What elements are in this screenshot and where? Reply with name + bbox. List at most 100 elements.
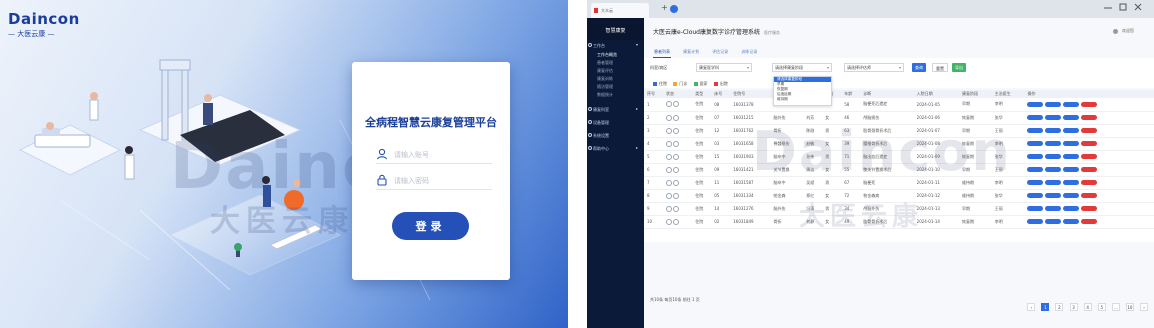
edit-button[interactable] [1045,219,1062,225]
edit-button[interactable] [1045,167,1062,173]
assess-button[interactable] [1063,219,1080,225]
assess-button[interactable] [1063,102,1080,107]
tab[interactable]: 评估记录 [711,47,729,57]
page-button[interactable]: 2 [1055,303,1064,311]
table-cell: 02 [711,215,731,229]
assess-button[interactable] [1063,141,1080,147]
table-cell: 16031587 [730,176,771,190]
assess-button[interactable] [1063,193,1080,199]
password-input[interactable] [394,173,490,188]
prev-page-icon[interactable]: ‹ [1027,303,1036,311]
status-ring-icon [672,166,679,173]
delete-button[interactable] [1081,167,1098,173]
page-button[interactable]: 3 [1069,303,1078,311]
status-ring-icon [672,218,679,225]
view-button[interactable] [1027,219,1044,225]
tab[interactable]: 训练记录 [740,47,758,57]
sidebar-section[interactable]: 设备管理 [587,117,644,127]
status-ring-icon [665,114,672,121]
table-row[interactable]: 9 住院 14 16031276 脑外伤 冯涛男 34 颅脑外伤 2024-01-13 早期 王丽 [644,202,1154,216]
search-button[interactable]: 查询 [912,63,926,72]
edit-button[interactable] [1045,141,1062,147]
view-button[interactable] [1027,128,1044,134]
sidebar-section[interactable]: 系统设置 [587,130,644,140]
status-cell [662,111,693,125]
therapist-select[interactable]: 请选择评估师 ▾ [844,63,904,72]
new-tab-icon[interactable]: + [661,3,668,12]
assess-button[interactable] [1063,115,1080,121]
delete-button[interactable] [1081,115,1098,121]
sidebar-section[interactable]: 帮助中心 ▸ [587,143,644,153]
view-button[interactable] [1027,115,1044,121]
chevron-right-icon: ▸ [635,145,638,150]
username-input[interactable] [394,147,490,162]
view-button[interactable] [1027,193,1044,199]
login-button[interactable]: 登录 [392,212,469,240]
page-button[interactable]: 4 [1083,303,1092,311]
dropdown-option[interactable]: 维持期 [774,97,831,102]
page-button[interactable]: 10 [1125,303,1134,311]
assess-button[interactable] [1063,154,1080,160]
browser-avatar-icon[interactable] [670,5,678,13]
edit-button[interactable] [1045,102,1062,107]
tab[interactable]: 康复计划 [682,47,700,57]
delete-button[interactable] [1081,219,1098,225]
minimize-icon[interactable] [1102,3,1114,11]
edit-button[interactable] [1045,128,1062,134]
assess-button[interactable] [1063,206,1080,212]
sidebar-item[interactable]: 数据统计 [587,90,644,98]
delete-button[interactable] [1081,128,1098,134]
table-row[interactable]: 4 住院 03 16031658 脊髓损伤 赵敏女 39 腰椎骨折术后 2024-01-08 恢复… [644,137,1154,151]
page-button[interactable]: 1 [1041,303,1050,311]
table-row[interactable]: 10 住院 02 16031849 骨折 何静女 49 肱骨骨折术后 2024-01-14 恢复期… [644,215,1154,229]
page-button[interactable]: 5 [1097,303,1106,311]
export-button[interactable]: 导出 [952,63,966,72]
view-button[interactable] [1027,180,1044,186]
sidebar-section[interactable]: 康复科室 ▸ [587,104,644,114]
row-index: 5 [644,150,663,164]
view-button[interactable] [1027,154,1044,160]
delete-button[interactable] [1081,141,1098,147]
sidebar-section-workbench[interactable]: 工作台 ▾ [587,40,644,50]
sidebar-item[interactable]: 患者管理 [587,58,644,66]
table-row[interactable]: 6 住院 09 16031421 关节置换 周洁女 55 膝关节置换术后 2024-01-10 早… [644,163,1154,177]
assess-button[interactable] [1063,180,1080,186]
reset-button[interactable]: 重置 [932,63,948,72]
table-cell: 周洁 [803,163,823,177]
sidebar-item[interactable]: 康复评估 [587,66,644,74]
maximize-icon[interactable] [1117,3,1129,11]
edit-button[interactable] [1045,154,1062,160]
view-button[interactable] [1027,167,1044,173]
delete-button[interactable] [1081,193,1098,199]
table-row[interactable]: 2 住院 07 16031215 脑外伤 刘芳女 46 颅脑损伤 2024-01-06 恢复期 张华 [644,111,1154,125]
close-icon[interactable] [1132,3,1144,11]
edit-button[interactable] [1045,193,1062,199]
edit-button[interactable] [1045,115,1062,121]
table-row[interactable]: 7 住院 11 16031587 脑卒中 吴斌男 67 脑梗死 2024-01-11 维持期 李明 [644,176,1154,190]
assess-button[interactable] [1063,128,1080,134]
tab[interactable]: 患者列表 [653,47,671,58]
table-row[interactable]: 3 住院 12 16031762 骨折 陈刚男 63 股骨颈骨折术后 2024-01-07 早期王… [644,124,1154,138]
assess-button[interactable] [1063,167,1080,173]
view-button[interactable] [1027,206,1044,212]
sidebar-item[interactable]: 随访管理 [587,82,644,90]
legend-swatch [653,82,657,86]
edit-button[interactable] [1045,180,1062,186]
table-row[interactable]: 5 住院 15 16031903 脑卒中 孙伟男 71 脑出血后遗症 2024-01-09 恢复期… [644,150,1154,164]
sidebar-item[interactable]: 工作台概览 [587,50,644,58]
sidebar-item[interactable]: 康复训练 [587,74,644,82]
next-page-icon[interactable]: › [1140,303,1148,311]
edit-button[interactable] [1045,206,1062,212]
department-select[interactable]: 康复医学科 ▾ [696,63,752,72]
view-button[interactable] [1027,141,1044,147]
delete-button[interactable] [1081,206,1098,212]
view-button[interactable] [1027,102,1044,107]
table-row[interactable]: 8 住院 05 16031334 帕金森 郑红女 72 帕金森病 2024-01-12 维持期 张华 [644,189,1154,203]
user-menu[interactable]: 欢迎您 [1112,28,1134,34]
delete-button[interactable] [1081,180,1098,186]
stage-select[interactable]: 请选择康复阶段 ▾ [772,63,832,72]
delete-button[interactable] [1081,102,1098,107]
delete-button[interactable] [1081,154,1098,160]
browser-tab[interactable]: 大众云 [591,3,649,18]
table-row[interactable]: 1住院0816031378脑卒中王强男58脑梗死后遗症2024-01-05早期李… [644,98,1154,112]
